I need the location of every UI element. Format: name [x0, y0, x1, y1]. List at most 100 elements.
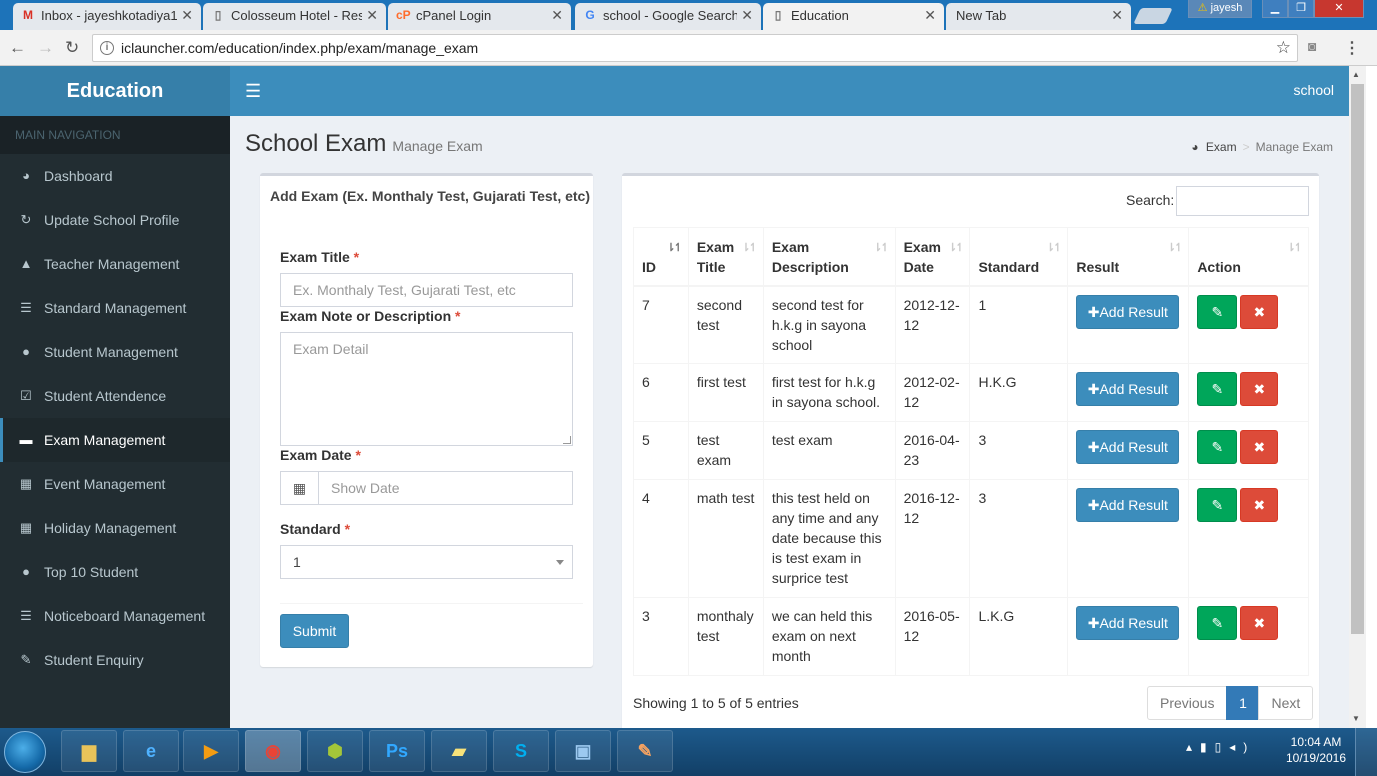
sidebar-item-dashboard[interactable]: ◕ Dashboard	[0, 154, 230, 198]
back-icon[interactable]: ←	[9, 38, 26, 58]
start-button[interactable]	[4, 731, 46, 773]
scrollbar-thumb[interactable]	[1351, 84, 1364, 634]
bookmark-star-icon[interactable]: ☆	[1276, 35, 1291, 61]
media-player-icon[interactable]: ▶	[183, 730, 239, 772]
browser-tab[interactable]: cP cPanel Login ✕	[388, 3, 571, 30]
add-result-button[interactable]: ✚Add Result	[1076, 372, 1180, 406]
sidebar-item-update-school-profile[interactable]: ↻ Update School Profile	[0, 198, 230, 242]
table-row: 3 monthaly test we can held this exam on…	[633, 597, 1309, 676]
standard-select[interactable]: 1	[280, 545, 573, 579]
sidebar-item-event-management[interactable]: ▦ Event Management	[0, 462, 230, 506]
pagination-page[interactable]: 1	[1226, 686, 1260, 720]
photoshop-icon[interactable]: Ps	[369, 730, 425, 772]
address-bar[interactable]: i iclauncher.com/education/index.php/exa…	[92, 34, 1298, 62]
edit-button[interactable]: ✎	[1197, 372, 1238, 406]
search-input[interactable]	[1176, 186, 1309, 216]
browser-toolbar: ← → ↻ i iclauncher.com/education/index.p…	[0, 30, 1377, 66]
maximize-button[interactable]: ❐	[1288, 0, 1314, 18]
delete-button[interactable]: ✖	[1240, 430, 1279, 464]
info-icon[interactable]: i	[100, 41, 114, 55]
close-tab-icon[interactable]: ✕	[1111, 3, 1123, 28]
delete-button[interactable]: ✖	[1240, 606, 1279, 640]
description-textarea[interactable]: Exam Detail	[280, 332, 573, 446]
sidebar-item-teacher-management[interactable]: ▲ Teacher Management	[0, 242, 230, 286]
add-result-button[interactable]: ✚Add Result	[1076, 294, 1180, 329]
sticky-notes-icon[interactable]: ▰	[431, 730, 487, 772]
skype-icon[interactable]: S	[493, 730, 549, 772]
sidebar-item-exam-management[interactable]: ▬ Exam Management	[0, 418, 230, 462]
refresh-icon: ↻	[20, 212, 32, 227]
delete-button[interactable]: ✖	[1240, 372, 1279, 406]
file-explorer-icon[interactable]: ▆	[61, 730, 117, 772]
android-studio-icon[interactable]: ⬢	[307, 730, 363, 772]
close-tab-icon[interactable]: ✕	[741, 3, 753, 28]
breadcrumb-link-exam[interactable]: Exam	[1206, 140, 1237, 154]
show-desktop-button[interactable]	[1355, 728, 1377, 776]
profile-button[interactable]: ⚠ jayesh	[1188, 0, 1252, 18]
add-result-button[interactable]: ✚Add Result	[1076, 430, 1180, 464]
add-result-button[interactable]: ✚Add Result	[1076, 606, 1180, 640]
chrome-icon[interactable]: ◉	[245, 730, 301, 772]
sidebar-item-student-management[interactable]: ● Student Management	[0, 330, 230, 374]
close-tab-icon[interactable]: ✕	[366, 3, 378, 28]
edit-button[interactable]: ✎	[1197, 488, 1238, 522]
browser-tab[interactable]: M Inbox - jayeshkotadiya1 ✕	[13, 3, 201, 30]
system-tray[interactable]: ▴▮▯◂)	[1186, 740, 1255, 754]
close-icon: ✖	[1253, 615, 1266, 631]
forward-icon[interactable]: →	[37, 38, 54, 58]
paint-icon[interactable]: ✎	[617, 730, 673, 772]
minimize-button[interactable]: ▁	[1262, 0, 1288, 18]
browser-menu-icon[interactable]: ⋮	[1344, 38, 1360, 58]
clock[interactable]: 10:04 AM 10/19/2016	[1282, 734, 1350, 766]
exam-title-input[interactable]: Ex. Monthaly Test, Gujarati Test, etc	[280, 273, 573, 307]
camera-icon[interactable]: ◙	[1308, 38, 1316, 54]
edit-button[interactable]: ✎	[1197, 606, 1238, 640]
delete-button[interactable]: ✖	[1240, 488, 1279, 522]
browser-tab[interactable]: New Tab ✕	[946, 3, 1131, 30]
add-result-button[interactable]: ✚Add Result	[1076, 488, 1180, 522]
column-header-result[interactable]: Result ⇂↿	[1067, 227, 1190, 287]
column-header-id[interactable]: ID ⇂↿	[633, 227, 689, 287]
browser-tab[interactable]: G school - Google Search ✕	[575, 3, 761, 30]
internet-explorer-icon[interactable]: e	[123, 730, 179, 772]
pagination-previous[interactable]: Previous	[1147, 686, 1228, 720]
edit-button[interactable]: ✎	[1197, 294, 1238, 329]
sidebar-item-top-10-student[interactable]: ● Top 10 Student	[0, 550, 230, 594]
calendar-icon: ▦	[19, 476, 33, 491]
sidebar-item-student-attendence[interactable]: ☑ Student Attendence	[0, 374, 230, 418]
edit-button[interactable]: ✎	[1197, 430, 1238, 464]
close-tab-icon[interactable]: ✕	[924, 3, 936, 28]
app-logo[interactable]: Education	[0, 66, 230, 116]
close-tab-icon[interactable]: ✕	[551, 3, 563, 28]
resize-grip-icon[interactable]	[563, 436, 571, 444]
delete-button[interactable]: ✖	[1240, 294, 1279, 329]
cell-id: 5	[633, 421, 689, 480]
sidebar-item-student-enquiry[interactable]: ✎ Student Enquiry	[0, 638, 230, 682]
sidebar: MAIN NAVIGATION ◕ Dashboard ↻ Update Schoo…	[0, 116, 230, 728]
close-window-button[interactable]: ✕	[1314, 0, 1364, 18]
sidebar-item-holiday-management[interactable]: ▦ Holiday Management	[0, 506, 230, 550]
scroll-up-icon[interactable]: ▲	[1352, 70, 1360, 79]
column-header-exam-date[interactable]: Exam Date ⇂↿	[894, 227, 971, 287]
tab-title: school - Google Search	[603, 8, 737, 23]
browser-tab-active[interactable]: ▯ Education ✕	[763, 3, 944, 30]
sidebar-header: MAIN NAVIGATION	[0, 116, 230, 154]
new-tab-button[interactable]	[1133, 8, 1173, 24]
user-menu[interactable]: school	[1294, 82, 1334, 98]
browser-tab[interactable]: ▯ Colosseum Hotel - Resp ✕	[203, 3, 386, 30]
column-header-exam-title[interactable]: Exam Title ⇂↿	[687, 227, 764, 287]
column-header-exam-description[interactable]: Exam Description ⇂↿	[762, 227, 896, 287]
exam-date-input[interactable]: ▦ Show Date	[280, 471, 573, 505]
column-header-standard[interactable]: Standard ⇂↿	[969, 227, 1069, 287]
scroll-down-icon[interactable]: ▼	[1352, 714, 1360, 723]
close-tab-icon[interactable]: ✕	[181, 3, 193, 28]
reload-icon[interactable]: ↻	[65, 38, 79, 58]
submit-button[interactable]: Submit	[280, 614, 349, 648]
app-window-icon[interactable]: ▣	[555, 730, 611, 772]
sidebar-toggle-icon[interactable]: ☰	[245, 81, 261, 102]
sidebar-item-standard-management[interactable]: ☰ Standard Management	[0, 286, 230, 330]
column-header-action[interactable]: Action ⇂↿	[1188, 227, 1309, 287]
calendar-icon[interactable]: ▦	[281, 472, 319, 504]
pagination-next[interactable]: Next	[1258, 686, 1314, 720]
sidebar-item-noticeboard-management[interactable]: ☰ Noticeboard Management	[0, 594, 230, 638]
